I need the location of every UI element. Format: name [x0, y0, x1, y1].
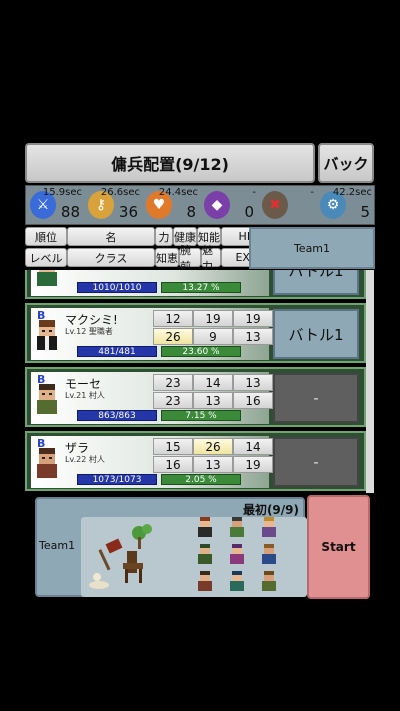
stat-charm: 13 — [233, 328, 273, 345]
stat-intel: 14 — [233, 438, 273, 455]
mercenary-card[interactable]: B マクシミ! Lv.12 聖職者 12 19 19 26 9 13 481/4… — [31, 308, 273, 360]
exp-bar: 7.15 % — [161, 410, 241, 421]
resource-timer: - — [252, 187, 256, 198]
stat-health: 14 — [193, 374, 233, 391]
resource-count: 88 — [60, 203, 80, 221]
team-label: Team1 — [39, 539, 76, 552]
resource-timer: 24.4sec — [158, 187, 198, 198]
sort-power-button[interactable]: 力 — [155, 227, 173, 246]
stat-charm: 16 — [233, 392, 273, 409]
stat-wisdom: 26 — [153, 328, 193, 345]
resource-count: 5 — [360, 203, 370, 221]
battle-assign-button[interactable]: - — [273, 437, 359, 487]
mercenary-card[interactable]: 12 20 6 1010/1010 13.27 % — [31, 270, 269, 296]
hp-bar: 481/481 — [77, 346, 157, 357]
character-avatar — [37, 270, 57, 286]
character-avatar — [37, 320, 57, 350]
resource-slot-4[interactable]: ◆ - 0 — [202, 186, 258, 224]
team-members — [197, 517, 297, 595]
purple-crystal-icon: ◆ — [204, 191, 230, 219]
mercenary-level-class: Lv.12 聖職者 — [65, 327, 113, 336]
resource-slot-3[interactable]: ♥ 24.4sec 8 — [144, 186, 200, 224]
battle-assign-button[interactable]: - — [273, 373, 359, 423]
start-button[interactable]: Start — [307, 495, 370, 599]
hp-bar: 1073/1073 — [77, 474, 157, 485]
stat-wisdom: 16 — [153, 456, 193, 473]
sort-charm-button[interactable]: 魅力 — [201, 244, 221, 273]
character-avatar — [37, 448, 57, 478]
stat-arm: 13 — [193, 456, 233, 473]
resource-timer: 15.9sec — [42, 187, 82, 198]
resource-timer: 42.2sec — [332, 187, 372, 198]
mercenary-card[interactable]: B モーセ Lv.21 村人 23 14 13 23 13 16 863/863… — [31, 372, 273, 424]
hp-bar: 863/863 — [77, 410, 157, 421]
sort-name-button[interactable]: 名 — [67, 227, 155, 246]
sort-arm-button[interactable]: 腕前 — [179, 244, 201, 273]
resource-slot-6[interactable]: ⚙ 42.2sec 5 — [318, 186, 374, 224]
stat-charm: 19 — [233, 456, 273, 473]
exp-bar: 23.60 % — [161, 346, 241, 357]
team-tab[interactable]: Team1 — [249, 227, 375, 269]
red-cross-rock-icon: ✖ — [262, 191, 288, 219]
exp-bar: 13.27 % — [161, 282, 241, 293]
member-avatar[interactable] — [261, 544, 277, 564]
list-item[interactable]: B モーセ Lv.21 村人 23 14 13 23 13 16 863/863… — [25, 367, 366, 427]
stat-power: 12 — [153, 310, 193, 327]
resource-timer: 26.6sec — [100, 187, 140, 198]
character-avatar — [37, 384, 57, 414]
member-avatar[interactable] — [197, 571, 213, 591]
page-title: 傭兵配置(9/12) — [25, 143, 315, 183]
sort-rank-button[interactable]: 順位 — [25, 227, 67, 246]
camp-scene-icon — [89, 524, 152, 589]
list-item[interactable]: 12 20 6 1010/1010 13.27 % バトル1 — [25, 270, 366, 299]
resource-slot-2[interactable]: ⚷ 26.6sec 36 — [86, 186, 142, 224]
resource-slot-1[interactable]: ⚔ 15.9sec 88 — [28, 186, 84, 224]
resource-count: 0 — [244, 203, 254, 221]
stat-health: 19 — [193, 310, 233, 327]
sort-class-button[interactable]: クラス — [67, 248, 155, 267]
stat-arm: 9 — [193, 328, 233, 345]
resource-bar: ⚔ 15.9sec 88 ⚷ 26.6sec 36 ♥ 24.4sec 8 ◆ … — [25, 185, 375, 225]
mercenary-list[interactable]: 12 20 6 1010/1010 13.27 % バトル1 B マクシミ! L… — [25, 270, 366, 493]
resource-count: 36 — [118, 203, 138, 221]
stat-wisdom: 23 — [153, 392, 193, 409]
member-avatar[interactable] — [197, 544, 213, 564]
list-item[interactable]: B マクシミ! Lv.12 聖職者 12 19 19 26 9 13 481/4… — [25, 303, 366, 363]
mercenary-level-class: Lv.22 村人 — [65, 455, 105, 464]
member-avatar[interactable] — [229, 571, 245, 591]
resource-timer: - — [310, 187, 314, 198]
exp-bar: 2.05 % — [161, 474, 241, 485]
member-avatar[interactable] — [229, 517, 245, 537]
battle-assign-button[interactable]: バトル1 — [273, 270, 359, 295]
member-avatar[interactable] — [197, 517, 213, 537]
sort-level-button[interactable]: レベル — [25, 248, 67, 267]
member-avatar[interactable] — [261, 517, 277, 537]
stat-power: 15 — [153, 438, 193, 455]
stat-health: 26 — [193, 438, 233, 455]
list-scrollbar[interactable] — [366, 270, 374, 493]
sort-wisdom-button[interactable]: 知恵 — [155, 248, 179, 267]
back-button[interactable]: バック — [318, 143, 374, 183]
stat-arm: 13 — [193, 392, 233, 409]
stat-intel: 19 — [233, 310, 273, 327]
formation-label: 最初(9/9) — [242, 503, 299, 517]
member-avatar[interactable] — [229, 544, 245, 564]
hp-bar: 1010/1010 — [77, 282, 157, 293]
resource-slot-5[interactable]: ✖ - — [260, 186, 316, 224]
column-header: 順位 名 力 健康 知能 HP レベル クラス 知恵 腕前 魅力 EXP — [25, 227, 271, 273]
stat-intel: 13 — [233, 374, 273, 391]
mercenary-level-class: Lv.21 村人 — [65, 391, 105, 400]
battle-assign-button[interactable]: バトル1 — [273, 309, 359, 359]
list-item[interactable]: B ザラ Lv.22 村人 15 26 14 16 13 19 1073/107… — [25, 431, 366, 491]
mercenary-card[interactable]: B ザラ Lv.22 村人 15 26 14 16 13 19 1073/107… — [31, 436, 273, 488]
member-avatar[interactable] — [261, 571, 277, 591]
stat-power: 23 — [153, 374, 193, 391]
resource-count: 8 — [186, 203, 196, 221]
